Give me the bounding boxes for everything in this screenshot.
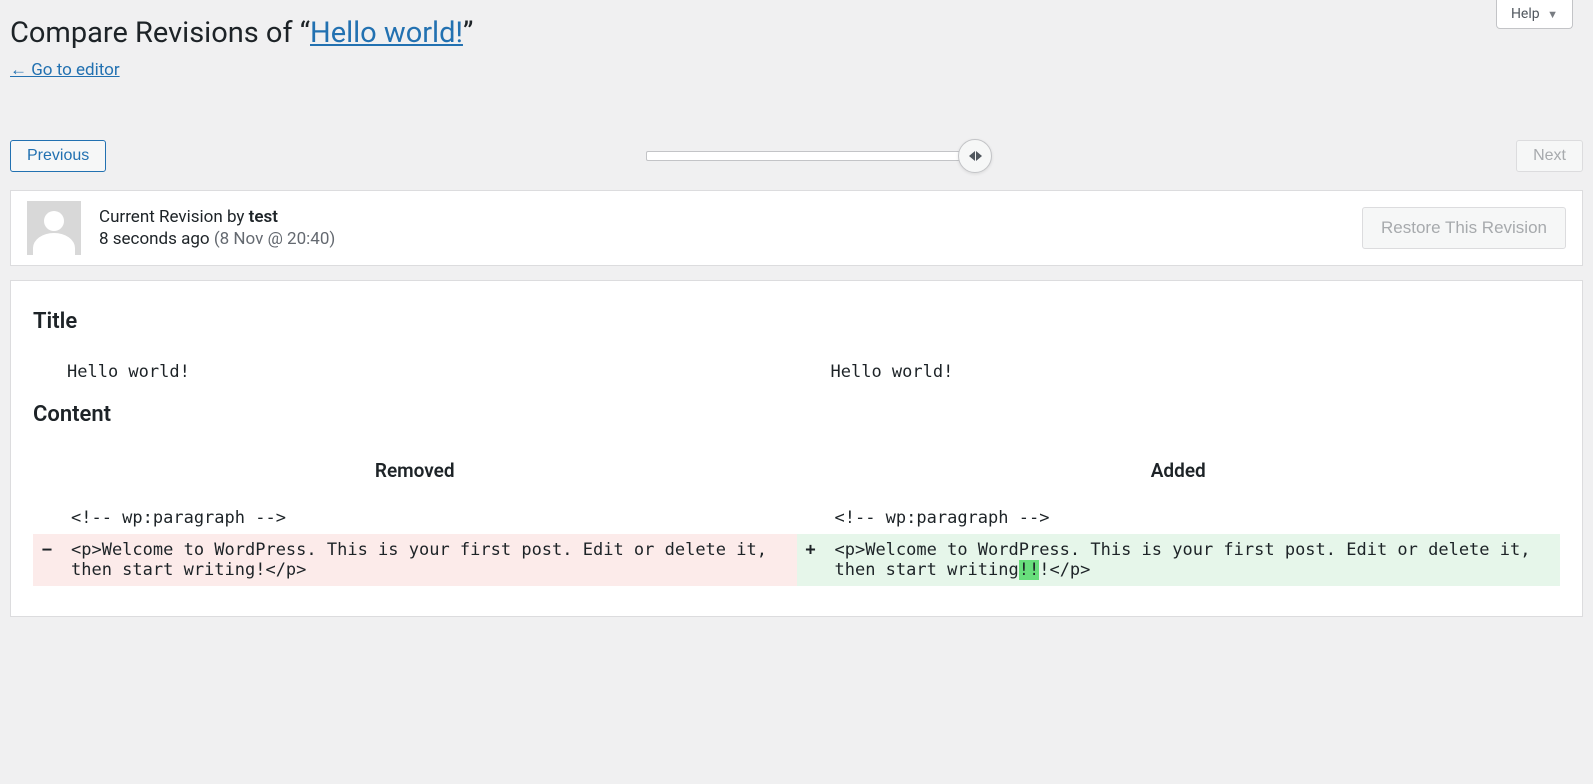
- minus-icon: −: [33, 534, 61, 586]
- triangle-right-icon: [976, 151, 982, 161]
- plus-icon: +: [797, 534, 825, 586]
- avatar: [27, 201, 81, 255]
- post-title-link[interactable]: Hello world!: [310, 16, 463, 50]
- diff-content-heading: Content: [33, 402, 1560, 427]
- revision-header: Current Revision by test 8 seconds ago (…: [10, 190, 1583, 266]
- revision-nav-row: Previous Next: [10, 140, 1583, 172]
- removed-line: <p>Welcome to WordPress. This is your fi…: [61, 534, 797, 586]
- added-line: <p>Welcome to WordPress. This is your fi…: [825, 534, 1561, 586]
- context-right: <!-- wp:paragraph -->: [825, 502, 1561, 534]
- sign-cell: [797, 356, 825, 388]
- title-diff-table: Hello world! Hello world!: [33, 356, 1560, 388]
- title-left: Hello world!: [61, 356, 797, 388]
- slider-handle-icon[interactable]: [958, 139, 992, 173]
- added-column-header: Added: [797, 449, 1561, 502]
- added-highlight: !!: [1019, 560, 1039, 580]
- revision-timestamp: (8 Nov @ 20:40): [214, 229, 335, 249]
- diff-title-heading: Title: [33, 309, 1560, 334]
- context-left: <!-- wp:paragraph -->: [61, 502, 797, 534]
- help-label: Help: [1511, 6, 1540, 22]
- revision-slider[interactable]: [106, 151, 1516, 161]
- slider-track[interactable]: [646, 151, 976, 161]
- page-title: Compare Revisions of “Hello world!”: [10, 16, 1583, 50]
- previous-button[interactable]: Previous: [10, 140, 106, 172]
- sign-cell: [33, 502, 61, 534]
- title-suffix: ”: [463, 16, 473, 50]
- diff-container: Title Hello world! Hello world! Content …: [10, 280, 1583, 617]
- triangle-left-icon: [969, 151, 975, 161]
- next-button: Next: [1516, 140, 1583, 172]
- sign-cell: [33, 356, 61, 388]
- revision-label: Current Revision by: [99, 207, 249, 227]
- restore-revision-button: Restore This Revision: [1362, 207, 1566, 249]
- added-post: !</p>: [1039, 560, 1090, 580]
- revision-time-ago: 8 seconds ago: [99, 229, 210, 249]
- help-tab[interactable]: Help ▼: [1496, 0, 1573, 29]
- revision-info: Current Revision by test 8 seconds ago (…: [99, 207, 1344, 249]
- go-to-editor-link[interactable]: ← Go to editor: [10, 60, 120, 80]
- removed-column-header: Removed: [33, 449, 797, 502]
- content-diff-table: Removed Added <!-- wp:paragraph --> <!--…: [33, 449, 1560, 586]
- revision-author: test: [249, 207, 278, 227]
- title-right: Hello world!: [825, 356, 1561, 388]
- title-prefix: Compare Revisions of “: [10, 16, 310, 50]
- chevron-down-icon: ▼: [1547, 8, 1558, 21]
- sign-cell: [797, 502, 825, 534]
- added-pre: <p>Welcome to WordPress. This is your fi…: [835, 540, 1541, 580]
